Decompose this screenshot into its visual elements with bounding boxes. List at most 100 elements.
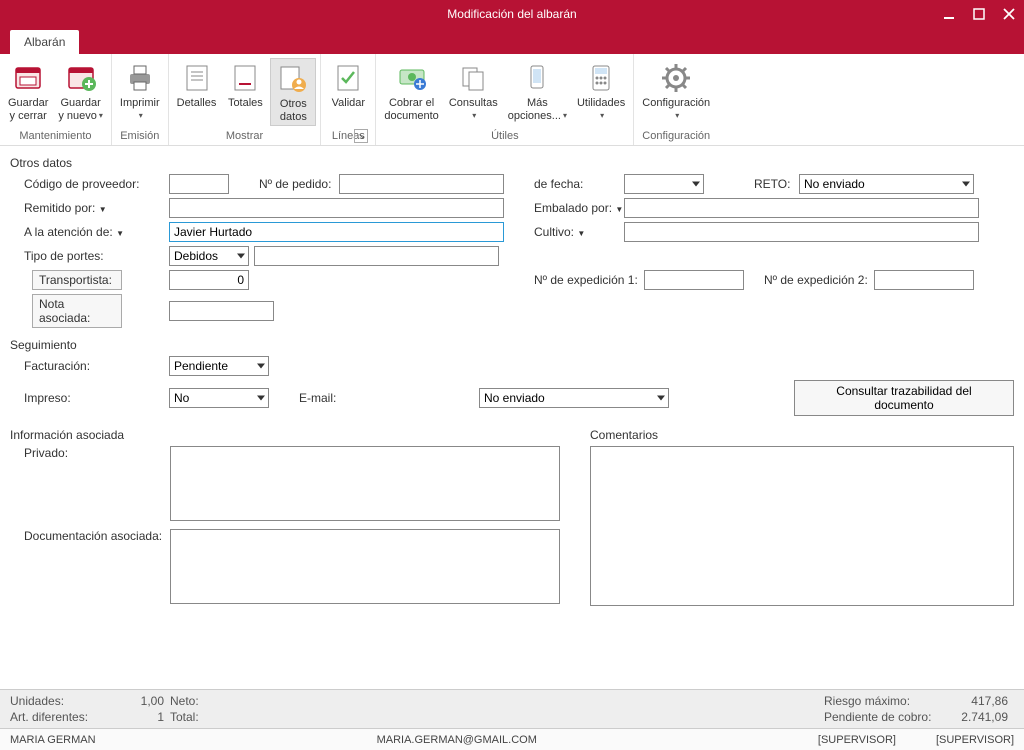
embalado-por-label[interactable]: Embalado por: ▼: [534, 201, 624, 215]
status-email: MARIA.GERMAN@GMAIL.COM: [377, 734, 537, 746]
impreso-select[interactable]: [169, 388, 269, 408]
section-comentarios: Comentarios: [590, 428, 1014, 442]
status-user: MARIA GERMAN: [10, 734, 96, 746]
email-select[interactable]: [479, 388, 669, 408]
validar-button[interactable]: Validar: [325, 58, 371, 112]
remitido-por-input[interactable]: [169, 198, 504, 218]
neto-label: Neto:: [170, 694, 250, 708]
close-button[interactable]: [994, 3, 1024, 25]
de-fecha-input[interactable]: [624, 174, 704, 194]
facturacion-label: Facturación:: [24, 359, 169, 373]
gear-icon: [660, 62, 692, 94]
cultivo-label[interactable]: Cultivo: ▼: [534, 225, 624, 239]
unidades-label: Unidades:: [10, 694, 120, 708]
pendiente-value: 2.741,09: [944, 710, 1014, 724]
art-label: Art. diferentes:: [10, 710, 120, 724]
ribbon-group-label: Líneas ↘: [325, 128, 371, 145]
money-icon: [396, 62, 428, 94]
ribbon-group-lineas: Validar Líneas ↘: [321, 54, 376, 145]
atencion-label[interactable]: A la atención de: ▼: [24, 225, 169, 239]
ribbon-group-utiles: Cobrar el documento Consultas▾ Más opcio…: [376, 54, 634, 145]
window-title: Modificación del albarán: [447, 7, 576, 21]
detalles-button[interactable]: Detalles: [173, 58, 221, 112]
documentacion-label: Documentación asociada:: [10, 529, 170, 543]
print-button[interactable]: Imprimir▾: [116, 58, 164, 124]
ribbon: Guardar y cerrar Guardar y nuevo▾ Manten…: [0, 54, 1024, 146]
codigo-proveedor-input[interactable]: [169, 174, 229, 194]
embalado-por-input[interactable]: [624, 198, 979, 218]
save-new-icon: [65, 62, 97, 94]
section-info: Información asociada: [10, 428, 570, 442]
unidades-value: 1,00: [120, 694, 170, 708]
n-pedido-input[interactable]: [339, 174, 504, 194]
art-value: 1: [120, 710, 170, 724]
ribbon-group-label: Emisión: [116, 128, 164, 145]
details-icon: [181, 62, 213, 94]
device-icon: [521, 62, 553, 94]
total-label: Total:: [170, 710, 250, 724]
facturacion-select[interactable]: [169, 356, 269, 376]
printer-icon: [124, 62, 156, 94]
remitido-por-label[interactable]: Remitido por: ▼: [24, 201, 169, 215]
config-button[interactable]: Configuración▾: [638, 58, 714, 124]
pendiente-label: Pendiente de cobro:: [824, 710, 944, 724]
n-exp-1-label: Nº de expedición 1:: [534, 273, 644, 287]
n-pedido-label: Nº de pedido:: [259, 177, 339, 191]
titlebar: Modificación del albarán: [0, 0, 1024, 28]
impreso-label: Impreso:: [24, 391, 169, 405]
ribbon-group-config: Configuración▾ Configuración: [634, 54, 718, 145]
totales-button[interactable]: Totales: [222, 58, 268, 112]
minimize-button[interactable]: [934, 3, 964, 25]
save-icon: [12, 62, 44, 94]
transportista-input[interactable]: [169, 270, 249, 290]
ribbon-group-label: Mantenimiento: [4, 128, 107, 145]
ribbon-group-label: Configuración: [638, 128, 714, 145]
maximize-button[interactable]: [964, 3, 994, 25]
privado-textarea[interactable]: [170, 446, 560, 521]
consultas-button[interactable]: Consultas▾: [445, 58, 502, 124]
otros-datos-button[interactable]: Otros datos: [270, 58, 316, 126]
nota-asociada-input[interactable]: [169, 301, 274, 321]
riesgo-label: Riesgo máximo:: [824, 694, 944, 708]
n-exp-2-input[interactable]: [874, 270, 974, 290]
transportista-button[interactable]: Transportista:: [32, 270, 122, 290]
form-area: Otros datos Código de proveedor: Nº de p…: [0, 146, 1024, 689]
ribbon-group-mantenimiento: Guardar y cerrar Guardar y nuevo▾ Manten…: [0, 54, 112, 145]
atencion-input[interactable]: [169, 222, 504, 242]
consultar-trazabilidad-button[interactable]: Consultar trazabilidad del documento: [794, 380, 1014, 416]
n-exp-2-label: Nº de expedición 2:: [764, 273, 874, 287]
save-close-button[interactable]: Guardar y cerrar: [4, 58, 52, 124]
tipo-portes-label: Tipo de portes:: [24, 249, 169, 263]
cobrar-button[interactable]: Cobrar el documento: [380, 58, 442, 124]
section-otros-datos: Otros datos: [10, 156, 1014, 170]
privado-label: Privado:: [10, 446, 170, 460]
ribbon-group-label: Útiles: [380, 128, 629, 145]
tipo-portes-select[interactable]: [169, 246, 249, 266]
totals-icon: [229, 62, 261, 94]
ribbon-group-label: Mostrar: [173, 128, 317, 145]
calculator-icon: [585, 62, 617, 94]
section-seguimiento: Seguimiento: [10, 338, 1014, 352]
de-fecha-label: de fecha:: [534, 177, 624, 191]
codigo-proveedor-label: Código de proveedor:: [24, 177, 169, 191]
utilidades-button[interactable]: Utilidades▾: [573, 58, 629, 124]
reto-label: RETO:: [754, 177, 799, 191]
email-label: E-mail:: [299, 391, 479, 405]
mas-opciones-button[interactable]: Más opciones...▾: [504, 58, 571, 124]
tipo-portes-extra-input[interactable]: [254, 246, 499, 266]
tab-albaran[interactable]: Albarán: [10, 30, 79, 54]
ribbon-group-emision: Imprimir▾ Emisión: [112, 54, 169, 145]
summary-bar: Unidades: 1,00 Neto: Riesgo máximo: 417,…: [0, 689, 1024, 728]
save-new-button[interactable]: Guardar y nuevo▾: [54, 58, 107, 124]
dialog-launcher[interactable]: ↘: [354, 129, 368, 143]
window-controls: [934, 0, 1024, 28]
ribbon-group-mostrar: Detalles Totales Otros datos Mostrar: [169, 54, 322, 145]
reto-select[interactable]: [799, 174, 974, 194]
n-exp-1-input[interactable]: [644, 270, 744, 290]
riesgo-value: 417,86: [944, 694, 1014, 708]
documents-icon: [457, 62, 489, 94]
status-role-1: [SUPERVISOR]: [818, 734, 896, 746]
cultivo-input[interactable]: [624, 222, 979, 242]
other-data-icon: [277, 63, 309, 95]
nota-asociada-button[interactable]: Nota asociada:: [32, 294, 122, 328]
